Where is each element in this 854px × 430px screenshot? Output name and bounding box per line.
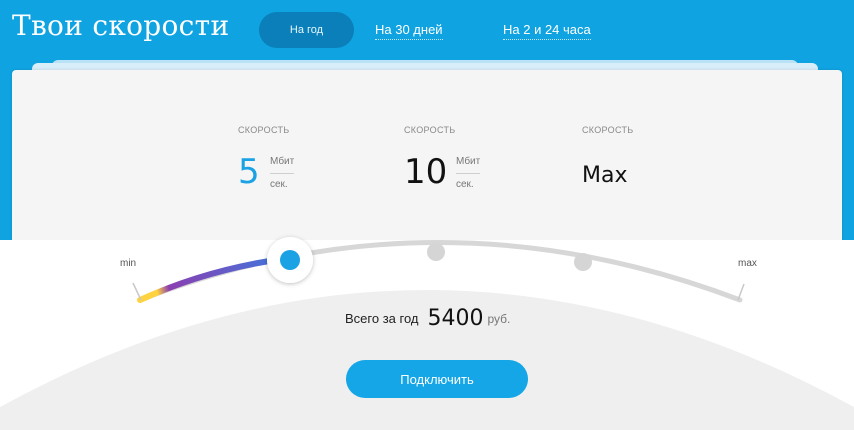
max-tick (737, 283, 745, 301)
total-amount: 5400 (427, 306, 484, 331)
slider-min-label: min (120, 258, 137, 269)
total-label: Всего за год (345, 311, 419, 326)
total-price: Всего за год 5400 руб. (345, 306, 510, 331)
slider-max-label: max (738, 258, 757, 269)
slider-knob-dot (280, 250, 300, 270)
slider-stop-max[interactable] (574, 253, 592, 271)
slider-stop-10[interactable] (427, 243, 445, 261)
connect-button[interactable]: Подключить (346, 360, 528, 398)
min-tick (132, 282, 142, 301)
total-currency: руб. (487, 312, 511, 326)
